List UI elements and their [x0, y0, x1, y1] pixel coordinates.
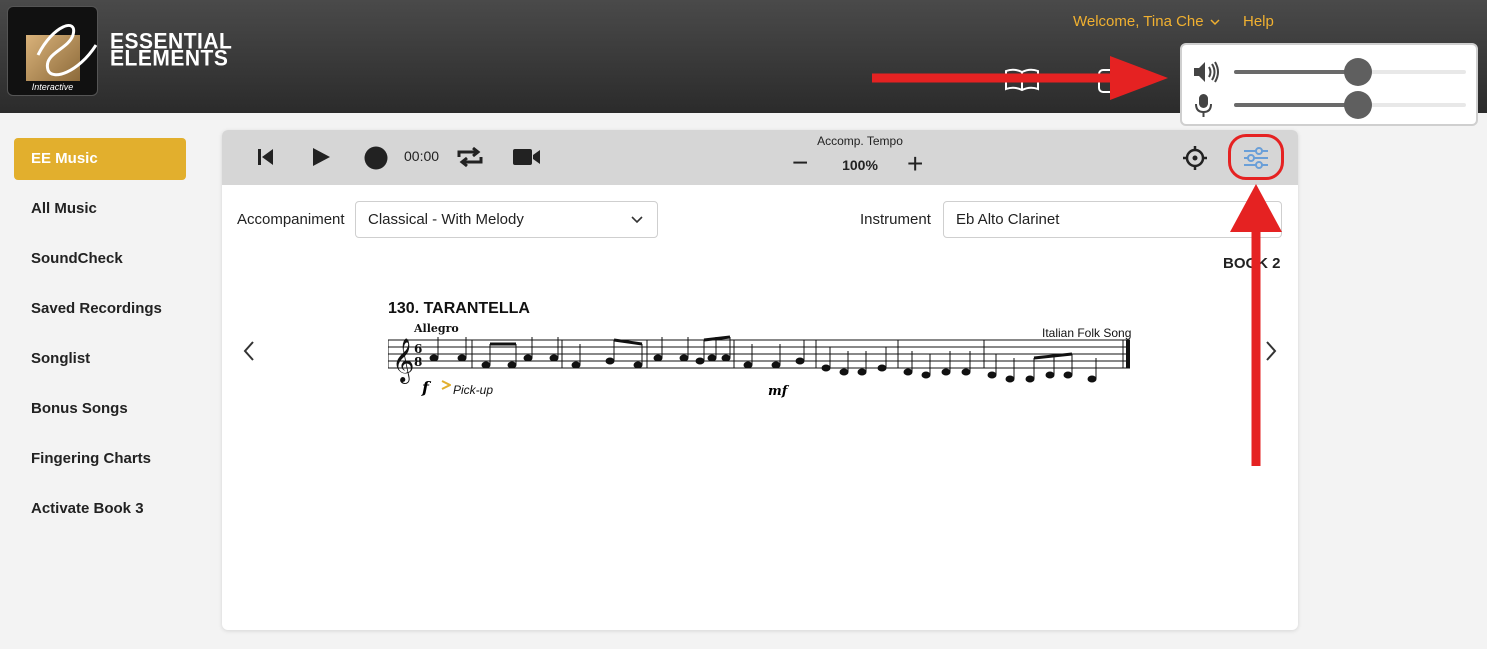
speaker-icon	[1194, 61, 1219, 83]
accompaniment-label: Accompaniment	[237, 211, 345, 228]
tempo-decrease-button[interactable]: −	[792, 149, 808, 177]
playback-volume-fill	[1234, 70, 1356, 74]
mic-volume-row	[1192, 90, 1472, 120]
annotation-arrow-up-icon	[1230, 184, 1282, 466]
playback-time: 00:00	[404, 148, 440, 164]
loop-icon[interactable]	[455, 145, 485, 169]
app-logo[interactable]: Interactive	[7, 6, 98, 96]
chevron-down-icon	[1210, 19, 1220, 26]
tempo-increase-button[interactable]: +	[907, 150, 923, 178]
logo-signature-icon	[36, 24, 97, 77]
annotation-arrow-right-icon	[872, 56, 1168, 100]
dynamic-mezzo-forte: mf	[768, 384, 788, 399]
mic-volume-slider[interactable]	[1344, 91, 1372, 119]
playback-volume-row	[1192, 57, 1472, 87]
tuner-target-icon[interactable]	[1182, 145, 1208, 171]
user-menu[interactable]: Welcome, Tina Che	[1073, 13, 1220, 30]
svg-text:𝄞: 𝄞	[392, 338, 414, 384]
play-icon[interactable]	[310, 146, 332, 168]
sidebar-item-bonus-songs[interactable]: Bonus Songs	[14, 388, 186, 430]
welcome-text: Welcome, Tina Che	[1073, 13, 1204, 30]
sidebar-item-soundcheck[interactable]: SoundCheck	[14, 238, 186, 280]
audio-levels-popup	[1180, 43, 1478, 126]
instrument-value: Eb Alto Clarinet	[956, 211, 1060, 228]
sidebar-item-ee-music[interactable]: EE Music	[14, 138, 186, 180]
sidebar-item-all-music[interactable]: All Music	[14, 188, 186, 230]
accompaniment-select[interactable]: Classical - With Melody	[355, 201, 658, 238]
accompaniment-value: Classical - With Melody	[368, 211, 524, 228]
playback-volume-slider[interactable]	[1344, 58, 1372, 86]
music-player-panel: 00:00 Accomp. Tempo − 100% + Accompanime…	[222, 130, 1298, 630]
sheet-music-staff[interactable]: 𝄞 6 8	[388, 335, 1138, 405]
help-link[interactable]: Help	[1243, 13, 1274, 30]
piece-title: 130. TARANTELLA	[388, 300, 530, 317]
tempo-value: 100%	[842, 157, 878, 173]
audio-settings-button[interactable]	[1228, 134, 1284, 180]
dynamic-forte: f	[422, 378, 429, 397]
brand-wordmark: ESSENTIAL ELEMENTS	[110, 30, 232, 71]
mic-volume-fill	[1234, 103, 1356, 107]
logo-subtitle: Interactive	[31, 82, 74, 92]
svg-text:6: 6	[414, 342, 422, 356]
sliders-icon	[1244, 147, 1268, 169]
sidebar: EE Music All Music SoundCheck Saved Reco…	[0, 113, 210, 649]
instrument-label: Instrument	[860, 211, 931, 228]
sidebar-item-saved-recordings[interactable]: Saved Recordings	[14, 288, 186, 330]
sidebar-item-fingering-charts[interactable]: Fingering Charts	[14, 438, 186, 480]
svg-text:8: 8	[414, 355, 422, 369]
tempo-label: Accomp. Tempo	[817, 134, 903, 148]
pickup-marker-icon	[441, 380, 451, 390]
player-toolbar: 00:00 Accomp. Tempo − 100% +	[222, 130, 1298, 185]
sidebar-item-songlist[interactable]: Songlist	[14, 338, 186, 380]
pickup-label: Pick-up	[453, 383, 494, 397]
previous-page-icon[interactable]	[242, 340, 256, 362]
chevron-down-icon	[631, 216, 643, 224]
microphone-icon	[1195, 94, 1212, 117]
brand-line-2: ELEMENTS	[110, 46, 229, 71]
tempo-marking: Allegro	[414, 322, 459, 335]
video-camera-icon[interactable]	[512, 147, 542, 167]
sidebar-item-activate-book-3[interactable]: Activate Book 3	[14, 488, 186, 530]
record-icon[interactable]	[363, 145, 389, 171]
skip-back-icon[interactable]	[256, 147, 276, 167]
